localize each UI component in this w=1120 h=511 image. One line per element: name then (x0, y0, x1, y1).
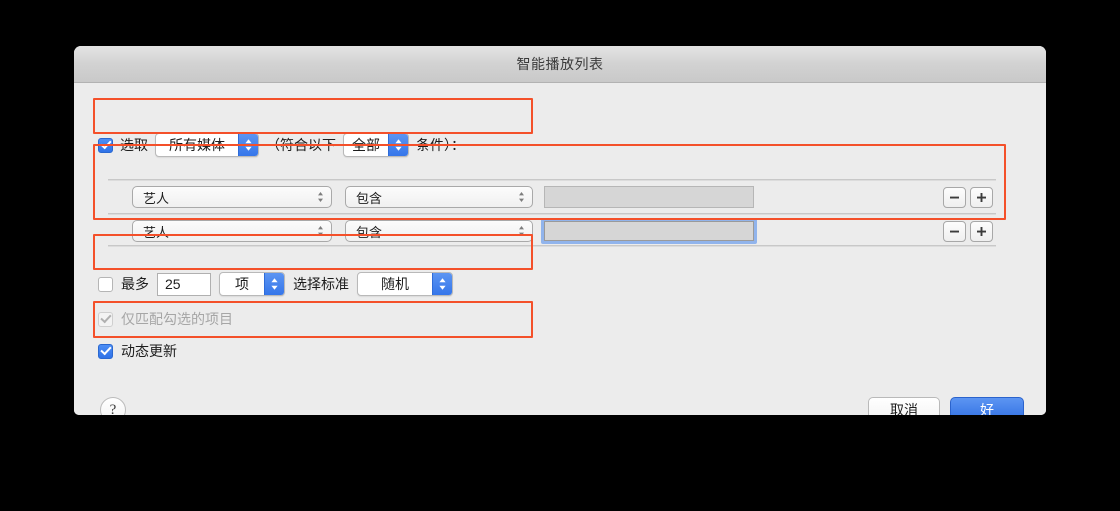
dialog-titlebar: 智能播放列表 (74, 46, 1046, 83)
match-label: 选取 (120, 137, 148, 153)
match-row: 选取 所有媒体 （符合以下 全部 条件）： (98, 129, 533, 161)
criteria-operator-value: 包含 (356, 190, 383, 206)
help-button[interactable]: ? (100, 397, 126, 415)
only-checked-checkbox[interactable] (98, 311, 113, 327)
criteria-field-combo[interactable]: 艺人 (132, 220, 332, 242)
criteria-separator (108, 245, 996, 247)
chevron-updown-icon (316, 190, 325, 204)
chevron-updown-icon (264, 273, 284, 295)
chevron-updown-icon (432, 273, 452, 295)
criteria-field-value: 艺人 (143, 224, 170, 240)
chevron-updown-icon (517, 190, 526, 204)
help-label: ? (109, 401, 117, 416)
criteria-operator-combo[interactable]: 包含 (345, 186, 533, 208)
chevron-updown-icon (517, 224, 526, 238)
criteria-field-combo[interactable]: 艺人 (132, 186, 332, 208)
match-prefix-label: （符合以下 (266, 137, 336, 153)
add-criteria-button[interactable] (970, 186, 993, 208)
limit-row: 最多 25 项 选择标准 随机 (98, 269, 533, 299)
criteria-separator (108, 213, 996, 215)
limit-amount-input[interactable]: 25 (157, 272, 211, 296)
limit-label: 最多 (121, 276, 149, 292)
match-suffix-label: 条件）： (416, 137, 465, 153)
ok-button[interactable]: 好 (950, 397, 1024, 415)
footer-buttons: 取消 好 (868, 397, 1024, 415)
criteria-separator (108, 179, 996, 181)
rule-popup-button[interactable]: 全部 (343, 133, 409, 157)
chevron-updown-icon (316, 224, 325, 238)
chevron-updown-icon (388, 134, 408, 156)
rule-popup-value: 全部 (352, 137, 380, 153)
source-popup-button[interactable]: 所有媒体 (155, 133, 259, 157)
limit-order-value: 随机 (381, 276, 409, 292)
chevron-updown-icon (238, 134, 258, 156)
add-criteria-button[interactable] (970, 220, 993, 242)
remove-criteria-button[interactable] (943, 186, 966, 208)
source-popup-value: 所有媒体 (169, 137, 225, 153)
criteria-row: 艺人 包含 (98, 216, 1006, 246)
remove-criteria-button[interactable] (943, 220, 966, 242)
criteria-row: 艺人 包含 (98, 182, 1006, 212)
criteria-operator-combo[interactable]: 包含 (345, 220, 533, 242)
criteria-text-input-focused[interactable] (541, 218, 757, 244)
criteria-operator-value: 包含 (356, 224, 383, 240)
limit-unit-popup-button[interactable]: 项 (219, 272, 285, 296)
page-title: 智能播放列表 (516, 56, 604, 72)
only-checked-row: 仅匹配勾选的项目 (98, 309, 233, 329)
cancel-button[interactable]: 取消 (868, 397, 940, 415)
criteria-text-input[interactable] (544, 186, 754, 208)
live-update-label: 动态更新 (121, 343, 177, 359)
selected-by-label: 选择标准 (293, 276, 349, 292)
limit-order-popup-button[interactable]: 随机 (357, 272, 453, 296)
live-update-row: 动态更新 (98, 341, 177, 361)
dialog-body: 选取 所有媒体 （符合以下 全部 条件）： 艺人 包含 艺人 包含 最多 25 … (74, 83, 1046, 415)
criteria-panel: 艺人 包含 艺人 包含 (98, 179, 1006, 247)
smart-playlist-dialog: 智能播放列表 选取 所有媒体 （符合以下 全部 条件）： 艺人 包含 艺人 包含… (74, 46, 1046, 415)
only-checked-label: 仅匹配勾选的项目 (121, 311, 233, 327)
match-enable-checkbox[interactable] (98, 137, 113, 153)
limit-unit-value: 项 (235, 276, 249, 292)
live-update-checkbox[interactable] (98, 343, 113, 359)
limit-enable-checkbox[interactable] (98, 276, 113, 292)
criteria-field-value: 艺人 (143, 190, 170, 206)
